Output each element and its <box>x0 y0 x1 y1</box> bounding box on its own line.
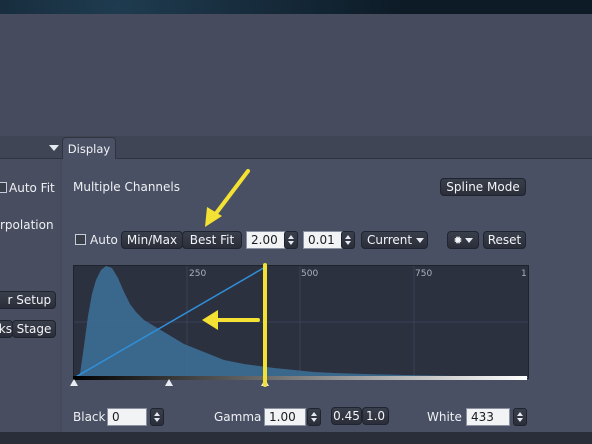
annotation-overlay <box>202 169 267 387</box>
gamma-value-input[interactable]: 1.00 <box>264 408 306 426</box>
gamma-spinner-icon[interactable] <box>307 408 321 426</box>
gamma-label: Gamma <box>214 410 262 424</box>
white-spinner-icon[interactable] <box>513 408 527 426</box>
black-label: Black <box>73 410 106 424</box>
white-label: White <box>427 410 462 424</box>
gamma-preset-045-button[interactable]: 0.45 <box>331 407 362 425</box>
gamma-preset-10-button[interactable]: 1.0 <box>362 407 389 425</box>
black-spinner-icon[interactable] <box>150 408 164 426</box>
black-value-input[interactable]: 0 <box>107 408 147 426</box>
arrow-to-best-fit <box>212 169 250 218</box>
arrow-head <box>202 310 218 330</box>
white-value-input[interactable]: 433 <box>466 408 510 426</box>
